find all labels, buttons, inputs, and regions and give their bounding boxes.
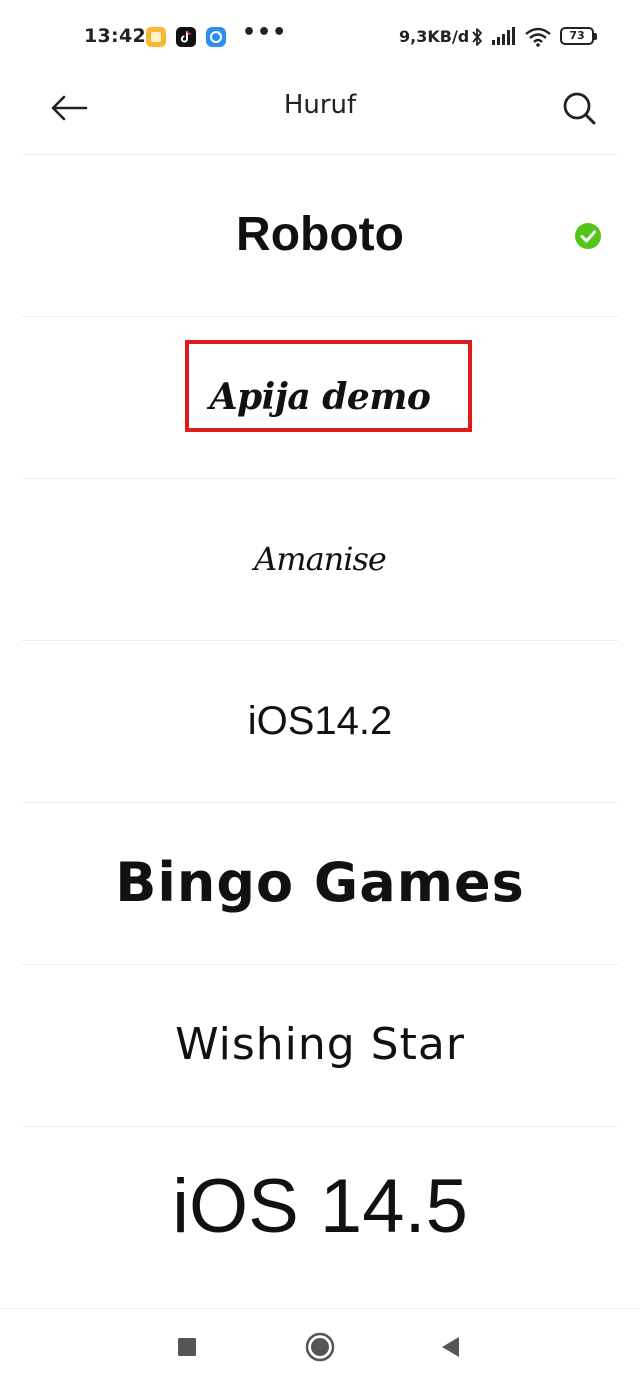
font-name: Roboto: [236, 208, 404, 261]
back-button[interactable]: [40, 84, 100, 132]
arrow-left-icon: [51, 95, 88, 121]
highlight-annotation-box: [185, 340, 472, 432]
search-icon: [563, 92, 596, 125]
font-name: iOS14.2: [247, 699, 393, 743]
back-triangle-icon[interactable]: [430, 1327, 470, 1367]
status-time: 13:42: [84, 25, 146, 47]
search-button[interactable]: [554, 82, 604, 132]
app-header: Huruf: [0, 74, 640, 154]
font-item-wishing-star[interactable]: Wishing Star: [0, 964, 640, 1126]
font-name: iOS 14.5: [172, 1164, 468, 1249]
system-navigation-bar: [0, 1308, 640, 1386]
page-title: Huruf: [283, 90, 357, 120]
bluetooth-icon: [472, 28, 482, 46]
font-name: Bingo Games: [115, 851, 525, 914]
battery-icon: 73: [560, 27, 597, 45]
sync-icon: [206, 27, 226, 47]
tiktok-icon: [176, 27, 196, 47]
font-name: Amanise: [254, 540, 387, 578]
font-item-bingo-games[interactable]: Bingo Games: [0, 802, 640, 964]
battery-level: 73: [569, 29, 585, 42]
font-item-ios14-5[interactable]: iOS 14.5: [0, 1126, 640, 1288]
font-list: Roboto Apija demo Amanise iOS14.2 Bingo …: [0, 154, 640, 1288]
status-bar: 13:42 ••• 9,3KB/d 73: [0, 0, 640, 74]
files-icon: [146, 27, 166, 47]
signal-icon: [492, 27, 515, 45]
more-notifications-icon: •••: [242, 20, 288, 45]
font-item-amanise[interactable]: Amanise: [0, 478, 640, 640]
font-item-ios14-2[interactable]: iOS14.2: [0, 640, 640, 802]
selected-check-icon: [575, 223, 601, 249]
home-icon[interactable]: [300, 1327, 340, 1367]
wifi-icon: [525, 27, 551, 47]
font-item-roboto[interactable]: Roboto: [0, 154, 640, 316]
recent-apps-icon[interactable]: [167, 1327, 207, 1367]
network-speed: 9,3KB/d: [399, 27, 470, 46]
font-item-apija-demo[interactable]: Apija demo: [0, 316, 640, 478]
font-name: Wishing Star: [175, 1019, 465, 1070]
